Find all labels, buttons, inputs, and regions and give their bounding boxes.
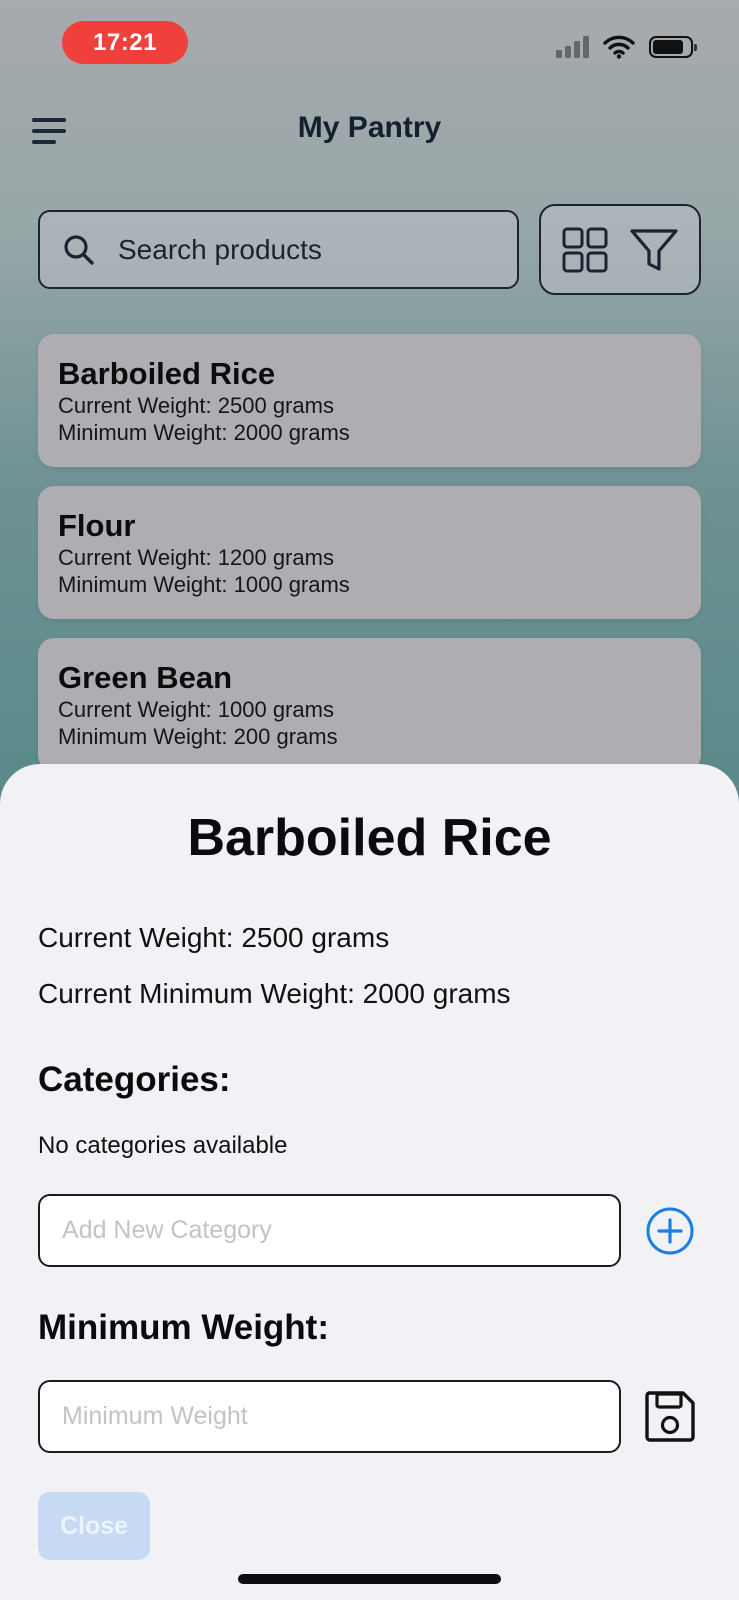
view-tools (539, 204, 701, 295)
category-field[interactable] (38, 1194, 621, 1267)
home-indicator (238, 1574, 501, 1584)
product-current-weight: Current Weight: 1000 grams (58, 697, 334, 722)
no-categories-text: No categories available (38, 1132, 288, 1159)
minimum-weight-input[interactable] (60, 1401, 604, 1432)
search-bar[interactable] (38, 210, 519, 289)
app-screen: 17:21 My Pantry Search products Barboile… (0, 0, 739, 1600)
product-detail-sheet: Barboiled Rice Current Weight: 2500 gram… (0, 764, 739, 1600)
product-card[interactable]: Flour Current Weight: 1200 grams Minimum… (38, 486, 701, 619)
status-icons (556, 34, 697, 60)
grid-view-icon[interactable] (562, 227, 608, 273)
page-title: My Pantry (297, 111, 442, 144)
product-current-weight: Current Weight: 2500 grams (58, 393, 334, 418)
close-button[interactable]: Close (38, 1492, 150, 1560)
current-minimum-weight-text: Current Minimum Weight: 2000 grams (38, 978, 511, 1009)
product-minimum-weight: Minimum Weight: 1000 grams (58, 572, 350, 597)
save-icon[interactable] (643, 1389, 697, 1443)
product-current-weight: Current Weight: 1200 grams (58, 545, 334, 570)
product-name: Green Bean (58, 660, 233, 695)
product-card[interactable]: Barboiled Rice Current Weight: 2500 gram… (38, 334, 701, 467)
status-time: 17:21 (62, 21, 188, 64)
sheet-title: Barboiled Rice (187, 809, 552, 867)
battery-icon (649, 36, 697, 58)
product-minimum-weight: Minimum Weight: 200 grams (58, 724, 338, 749)
minimum-weight-heading: Minimum Weight: (38, 1308, 329, 1347)
add-circle-icon[interactable] (645, 1206, 695, 1256)
minimum-weight-field[interactable] (38, 1380, 621, 1453)
current-weight-text: Current Weight: 2500 grams (38, 922, 390, 953)
search-input[interactable] (116, 232, 500, 267)
product-name: Barboiled Rice (58, 356, 276, 391)
cellular-signal-icon (556, 36, 589, 58)
product-card[interactable]: Green Bean Current Weight: 1000 grams Mi… (38, 638, 701, 771)
search-icon (64, 234, 94, 265)
product-minimum-weight: Minimum Weight: 2000 grams (58, 420, 350, 445)
category-input[interactable] (60, 1215, 604, 1246)
product-name: Flour (58, 508, 136, 543)
wifi-icon (603, 35, 635, 59)
filter-icon[interactable] (629, 227, 679, 273)
categories-heading: Categories: (38, 1060, 231, 1099)
